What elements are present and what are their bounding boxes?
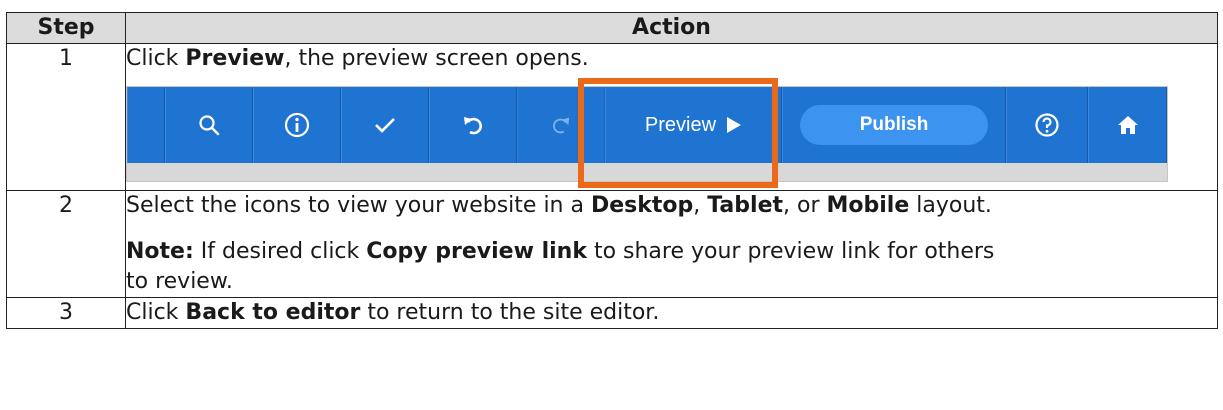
note-text: Note: If desired click Copy preview link… — [126, 237, 1217, 267]
text-span: Select the icons to view your website in… — [126, 193, 591, 218]
action-column-header: Action — [125, 12, 1218, 44]
text-span: , the preview screen opens. — [284, 46, 589, 71]
toolbar-screenshot: Preview Publish — [126, 78, 1168, 188]
text-span: , or — [783, 193, 827, 218]
redo-button[interactable] — [517, 87, 605, 163]
table-row: 2 Select the icons to view your website … — [6, 190, 1218, 298]
toolbar-spacer — [127, 87, 165, 163]
editor-toolbar: Preview Publish — [127, 87, 1167, 163]
action-cell: Select the icons to view your website in… — [125, 190, 1218, 298]
instructions-table-wrapper: Step Action 1 Click Preview, the preview… — [6, 12, 1218, 329]
home-button[interactable] — [1088, 87, 1167, 163]
text-span: to return to the site editor. — [360, 300, 660, 325]
step-column-header: Step — [6, 12, 126, 44]
bold-term: Copy preview link — [366, 239, 587, 264]
help-button[interactable] — [1006, 87, 1088, 163]
action-text: Click Preview, the preview screen opens. — [126, 44, 1217, 74]
publish-button[interactable]: Publish — [800, 105, 988, 145]
action-text: Click Back to editor to return to the si… — [126, 298, 1217, 328]
text-span: Click — [126, 46, 186, 71]
undo-icon — [464, 117, 482, 135]
step-number: 3 — [6, 297, 126, 329]
bold-term: Desktop — [590, 193, 694, 218]
bold-term: Preview — [185, 46, 285, 71]
action-cell: Click Preview, the preview screen opens. — [125, 43, 1218, 191]
home-icon — [1117, 116, 1138, 134]
play-icon — [727, 117, 742, 133]
preview-label: Preview — [644, 114, 717, 136]
text-span: Click — [126, 300, 186, 325]
preview-button[interactable]: Preview — [605, 87, 782, 163]
action-text: Select the icons to view your website in… — [126, 191, 1217, 221]
text-span: If desired click — [193, 239, 367, 264]
action-cell: Click Back to editor to return to the si… — [125, 297, 1218, 329]
text-span: , — [693, 193, 708, 218]
search-icon — [199, 115, 220, 136]
search-button[interactable] — [165, 87, 253, 163]
step-number: 2 — [6, 190, 126, 298]
undo-button[interactable] — [429, 87, 517, 163]
note-text-continued: to review. — [126, 269, 233, 294]
instructions-table: Step Action 1 Click Preview, the preview… — [6, 12, 1218, 329]
bold-term: Back to editor — [185, 300, 361, 325]
help-icon — [1035, 113, 1059, 137]
publish-segment: Publish — [782, 87, 1006, 163]
step-number: 1 — [6, 43, 126, 191]
check-button[interactable] — [341, 87, 429, 163]
info-icon — [284, 112, 310, 138]
header-row: Step Action — [6, 12, 1218, 44]
redo-icon — [553, 117, 570, 134]
table-row: 3 Click Back to editor to return to the … — [6, 297, 1218, 329]
check-icon — [375, 118, 395, 133]
preview-label-group: Preview — [645, 110, 742, 140]
text-span: layout. — [909, 193, 992, 218]
info-button[interactable] — [253, 87, 341, 163]
table-row: 1 Click Preview, the preview screen open… — [6, 43, 1218, 191]
text-span: to share your preview link for others — [586, 239, 995, 264]
bold-term: Tablet — [707, 193, 784, 218]
bold-term: Mobile — [826, 193, 910, 218]
note-label: Note: — [126, 239, 194, 264]
